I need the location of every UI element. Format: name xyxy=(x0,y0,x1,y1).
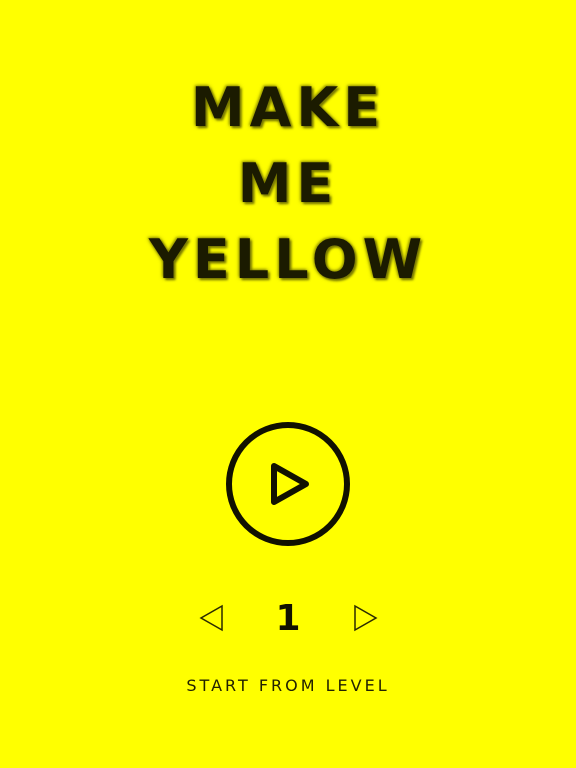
arrow-right-icon xyxy=(354,604,378,632)
start-from-level-label: START FROM LEVEL xyxy=(186,676,390,695)
title-line-1: MAKE xyxy=(190,76,386,139)
title-line-2: ME xyxy=(237,152,339,215)
level-number: 1 xyxy=(275,598,301,639)
title-line-3: YELLOW xyxy=(148,228,428,291)
start-screen: MAKE ME YELLOW 1 START FROM LEVEL xyxy=(0,0,576,768)
play-button[interactable] xyxy=(224,420,352,548)
next-level-button[interactable] xyxy=(349,602,381,634)
level-selector: 1 xyxy=(0,595,576,645)
arrow-left-icon xyxy=(199,604,223,632)
play-icon xyxy=(226,422,350,546)
game-title: MAKE ME YELLOW xyxy=(0,70,576,298)
previous-level-button[interactable] xyxy=(196,602,228,634)
